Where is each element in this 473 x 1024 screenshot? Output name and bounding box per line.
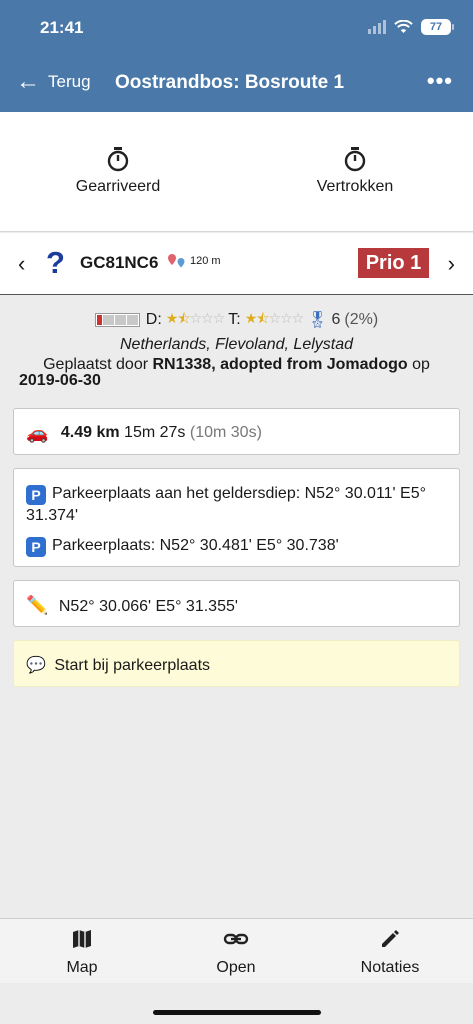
- map-button[interactable]: Map: [22, 928, 142, 977]
- pencil-icon: [382, 930, 399, 947]
- back-label: Terug: [48, 72, 91, 91]
- parking-item[interactable]: P Parkeerplaats aan het geldersdiep: N52°…: [26, 483, 447, 527]
- note-coords-card[interactable]: ✏️ N52° 30.066' E5° 31.355': [13, 580, 460, 627]
- hint-card[interactable]: 💬 Start bij parkeerplaats: [13, 640, 460, 687]
- cache-info: D: ★⯪☆☆☆ T: ★⯪☆☆☆ 🎖 6 (2%) Netherlands, …: [0, 308, 473, 374]
- pencil-icon: ✏️: [26, 595, 49, 615]
- page-title: Oostrandbos: Bosroute 1: [115, 72, 345, 93]
- terrain-stars-icon: ★⯪☆☆☆: [244, 310, 304, 326]
- arrived-button[interactable]: Gearriveerd: [18, 146, 218, 196]
- difficulty-stars-icon: ★⯪☆☆☆: [165, 310, 225, 326]
- map-label: Map: [66, 959, 98, 976]
- notes-label: Notaties: [360, 959, 420, 976]
- back-button[interactable]: ← Terug: [16, 70, 91, 94]
- parking-icon: P: [26, 485, 46, 505]
- difficulty-label: D:: [145, 311, 162, 328]
- timers-panel: Gearriveerd Vertrokken: [0, 112, 473, 232]
- priority-badge: Prio 1: [358, 248, 429, 278]
- link-icon: [223, 933, 249, 945]
- navigation-bar: ← Terug Oostrandbos: Bosroute 1 •••: [0, 60, 473, 112]
- favorite-ribbon-icon: 🎖: [307, 312, 328, 329]
- favorites-count: 6: [331, 311, 341, 328]
- bottom-toolbar: Map Open Notaties: [0, 918, 473, 983]
- car-icon: 🚗: [26, 423, 49, 443]
- stopwatch-icon: [107, 147, 129, 172]
- home-indicator[interactable]: [153, 1010, 321, 1015]
- rating-row: D: ★⯪☆☆☆ T: ★⯪☆☆☆ 🎖 6 (2%): [0, 308, 473, 332]
- cache-header: ‹ ? GC81NC6 120 m Prio 1 ›: [0, 233, 473, 295]
- departed-label: Vertrokken: [316, 178, 394, 195]
- favorites-percent: (2%): [344, 311, 379, 328]
- stopwatch-icon: [344, 147, 366, 172]
- cache-code: GC81NC6: [80, 253, 159, 272]
- notes-button[interactable]: Notaties: [330, 928, 450, 977]
- cache-distance: 120 m: [190, 255, 221, 267]
- cellular-signal-icon: [368, 20, 386, 34]
- placed-suffix: op: [412, 356, 430, 373]
- chevron-left-icon[interactable]: ‹: [18, 251, 25, 277]
- cache-location: Netherlands, Flevoland, Lelystad: [119, 336, 354, 353]
- open-label: Open: [216, 959, 256, 976]
- parking-label: Parkeerplaats aan het geldersdiep: N52° …: [26, 485, 427, 524]
- placed-by-owner[interactable]: RN1338, adopted from Jomadogo: [153, 356, 408, 373]
- more-options-button[interactable]: •••: [427, 68, 453, 94]
- departed-button[interactable]: Vertrokken: [255, 146, 455, 196]
- parking-label: Parkeerplaats: N52° 30.481' E5° 30.738': [52, 537, 339, 554]
- status-bar: 21:41 77: [0, 0, 473, 60]
- route-alt-time: (10m 30s): [189, 424, 262, 441]
- hint-text: Start bij parkeerplaats: [54, 657, 211, 674]
- parking-card: P Parkeerplaats aan het geldersdiep: N52°…: [13, 468, 460, 567]
- terrain-label: T:: [228, 311, 241, 328]
- speech-bubble-icon: 💬: [26, 657, 46, 674]
- wifi-icon: [394, 20, 413, 33]
- route-distance: 4.49 km: [60, 424, 120, 441]
- status-icons: 77: [368, 19, 454, 35]
- map-pins-icon: [168, 254, 185, 268]
- note-coords: N52° 30.066' E5° 31.355': [58, 598, 238, 615]
- placed-date: 2019-06-30: [19, 372, 101, 389]
- route-card[interactable]: 🚗 4.49 km 15m 27s (10m 30s): [13, 408, 460, 455]
- open-button[interactable]: Open: [176, 928, 296, 977]
- chevron-right-icon[interactable]: ›: [448, 251, 455, 277]
- arrow-left-icon: ←: [16, 68, 40, 95]
- parking-item[interactable]: P Parkeerplaats: N52° 30.481' E5° 30.738': [26, 535, 447, 557]
- mystery-cache-icon: ?: [46, 245, 65, 280]
- parking-icon: P: [26, 537, 46, 557]
- status-time: 21:41: [40, 18, 84, 37]
- battery-icon: 77: [421, 19, 454, 35]
- size-indicator-icon: [94, 313, 140, 327]
- route-time: 15m 27s: [124, 424, 186, 441]
- arrived-label: Gearriveerd: [75, 178, 161, 195]
- placed-prefix: Geplaatst door: [43, 356, 149, 373]
- top-bar: 21:41 77 ← Terug Oostrandbos: Bosroute 1…: [0, 0, 473, 112]
- map-icon: [73, 930, 91, 948]
